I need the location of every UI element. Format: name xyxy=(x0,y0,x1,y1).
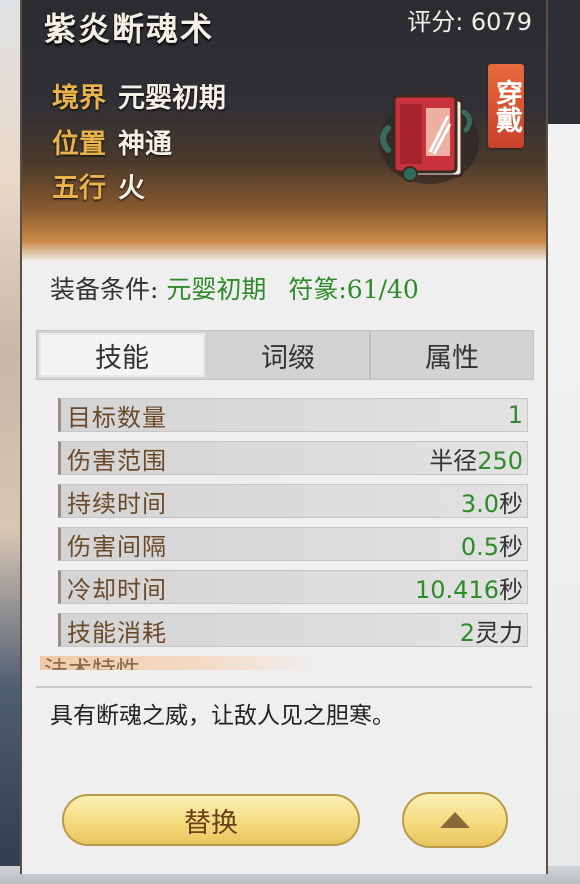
element-value: 火 xyxy=(118,173,145,204)
replace-button[interactable]: 替换 xyxy=(62,794,360,846)
element-row: 五行火 xyxy=(52,166,145,205)
realm-label: 境界 xyxy=(52,83,106,114)
stat-row: 伤害间隔 0.5秒 xyxy=(58,527,528,561)
requirement-realm: 元婴初期 xyxy=(166,275,267,304)
item-title: 紫炎断魂术 xyxy=(44,10,215,48)
triangle-up-icon xyxy=(440,812,470,828)
stat-label: 技能消耗 xyxy=(67,618,167,647)
stat-label: 伤害范围 xyxy=(67,446,167,475)
collapse-button[interactable] xyxy=(402,792,508,848)
item-detail-panel: 紫炎断魂术 评分: 6079 境界 元婴初期 位置 神通 五行火 穿戴 装备条件: … xyxy=(20,0,548,874)
stat-row: 技能消耗 2灵力 xyxy=(58,613,528,647)
stat-label: 伤害间隔 xyxy=(67,532,167,561)
replace-button-label: 替换 xyxy=(184,807,238,839)
stat-value: 半径250 xyxy=(429,446,523,475)
background-scene-right xyxy=(546,0,580,884)
stat-row: 目标数量 1 xyxy=(58,398,528,432)
divider xyxy=(36,686,532,688)
stat-value: 1 xyxy=(507,401,523,429)
tab-attribute[interactable]: 属性 xyxy=(371,331,533,379)
position-value: 神通 xyxy=(118,129,172,160)
skill-stats-list: 目标数量 1 伤害范围 半径250 持续时间 3.0秒 伤害间隔 0.5秒 冷却… xyxy=(58,398,528,656)
section-header-partial: 法术特性 xyxy=(44,658,140,670)
stat-value: 2灵力 xyxy=(459,618,523,647)
requirement-talisman: 符篆:61/40 xyxy=(288,275,419,304)
item-description: 具有断魂之威，让敌人见之胆寒。 xyxy=(50,703,395,729)
detail-tabs: 技能 词缀 属性 xyxy=(36,330,534,380)
tab-skill[interactable]: 技能 xyxy=(39,333,205,377)
item-score: 评分: 6079 xyxy=(407,8,532,36)
stat-label: 冷却时间 xyxy=(67,575,167,604)
stat-row: 伤害范围 半径250 xyxy=(58,441,528,475)
red-tome-icon xyxy=(379,94,479,184)
item-header: 紫炎断魂术 评分: 6079 境界 元婴初期 位置 神通 五行火 穿戴 xyxy=(22,0,546,262)
stat-value: 0.5秒 xyxy=(460,532,523,561)
tab-affix[interactable]: 词缀 xyxy=(207,331,371,379)
stat-value: 10.416秒 xyxy=(415,575,523,604)
realm-row: 境界 元婴初期 xyxy=(52,76,226,115)
realm-value: 元婴初期 xyxy=(118,83,226,114)
equip-requirement: 装备条件: 元婴初期 符篆:61/40 xyxy=(50,270,419,306)
requirement-label: 装备条件: xyxy=(50,275,159,304)
stat-label: 目标数量 xyxy=(67,403,167,432)
stat-row: 持续时间 3.0秒 xyxy=(58,484,528,518)
equipped-tag: 穿戴 xyxy=(488,64,524,148)
stat-row: 冷却时间 10.416秒 xyxy=(58,570,528,604)
stat-value: 3.0秒 xyxy=(460,489,523,518)
position-label: 位置 xyxy=(52,129,106,160)
position-row: 位置 神通 xyxy=(52,122,172,161)
stat-label: 持续时间 xyxy=(67,489,167,518)
element-label: 五行 xyxy=(52,173,106,204)
